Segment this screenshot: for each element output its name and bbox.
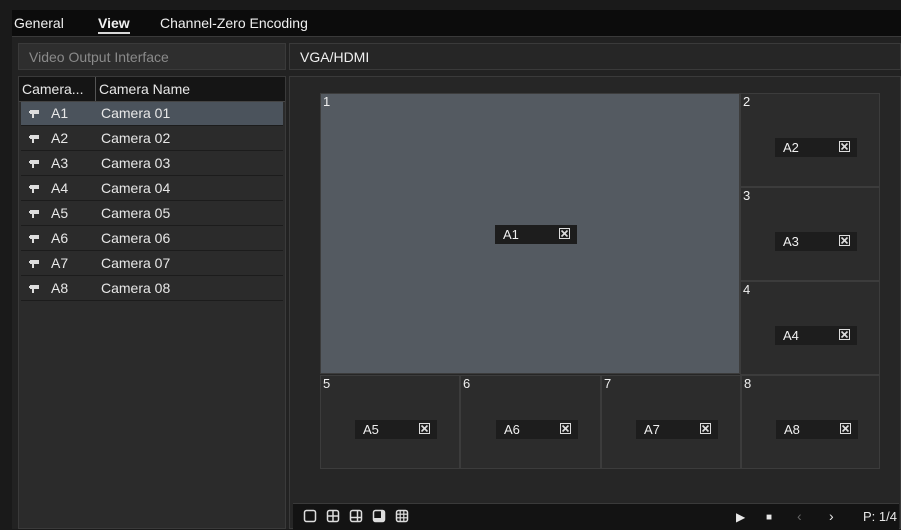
next-page-icon[interactable]: ›: [829, 508, 834, 524]
channel-label: A7: [644, 422, 660, 437]
camera-id: A6: [51, 230, 69, 246]
column-divider[interactable]: [95, 77, 96, 101]
channel-chip: A2: [775, 138, 857, 157]
view-window[interactable]: 1 A1: [320, 93, 740, 374]
window-number: 6: [463, 376, 471, 391]
channel-chip: A1: [495, 225, 577, 244]
channel-label: A1: [503, 227, 519, 242]
camera-id: A1: [51, 105, 69, 121]
view-window[interactable]: 2 A2: [740, 93, 880, 187]
camera-row[interactable]: A1 Camera 01: [21, 102, 283, 126]
channel-chip: A6: [496, 420, 578, 439]
remove-channel-icon[interactable]: [839, 235, 850, 246]
play-icon[interactable]: ▶: [736, 510, 745, 524]
window-number: 5: [323, 376, 331, 391]
window-number: 7: [604, 376, 612, 391]
channel-label: A6: [504, 422, 520, 437]
previous-page-icon[interactable]: ‹: [797, 508, 802, 524]
camera-list: Camera... Camera Name A1 Camera 01 A2 Camer…: [18, 76, 286, 529]
layout-8-icon[interactable]: [372, 509, 386, 523]
camera-name: Camera 06: [101, 230, 171, 246]
camera-icon: [29, 282, 41, 294]
channel-label: A8: [784, 422, 800, 437]
view-layout-area: 1 A1 2 A2 3 A3 4 A4 5 A5 6 A6 7 A7 8 A8: [289, 76, 901, 529]
camera-icon: [29, 182, 41, 194]
camera-row[interactable]: A8 Camera 08: [21, 277, 283, 301]
camera-row[interactable]: A2 Camera 02: [21, 127, 283, 151]
view-window[interactable]: 5 A5: [320, 375, 460, 469]
camera-row[interactable]: A3 Camera 03: [21, 152, 283, 176]
channel-chip: A8: [776, 420, 858, 439]
channel-chip: A4: [775, 326, 857, 345]
window-number: 2: [743, 94, 751, 109]
view-window[interactable]: 7 A7: [601, 375, 741, 469]
camera-icon: [29, 107, 41, 119]
remove-channel-icon[interactable]: [560, 423, 571, 434]
camera-name: Camera 08: [101, 280, 171, 296]
camera-id: A8: [51, 280, 69, 296]
camera-id: A7: [51, 255, 69, 271]
view-settings-panel: Video Output Interface VGA/HDMI Camera..…: [12, 37, 901, 530]
tab-channel-zero-encoding[interactable]: Channel-Zero Encoding: [160, 15, 308, 31]
channel-chip: A7: [636, 420, 718, 439]
view-toolbar: ▶ ■ ‹ › P: 1/4: [293, 503, 899, 530]
camera-id: A3: [51, 155, 69, 171]
camera-id: A2: [51, 130, 69, 146]
tab-general[interactable]: General: [14, 15, 64, 31]
camera-icon: [29, 157, 41, 169]
camera-name: Camera 01: [101, 105, 171, 121]
tab-bar: General View Channel-Zero Encoding: [12, 10, 901, 37]
window-number: 4: [743, 282, 751, 297]
tab-view[interactable]: View: [98, 15, 130, 34]
view-window[interactable]: 3 A3: [740, 187, 880, 281]
remove-channel-icon[interactable]: [700, 423, 711, 434]
camera-name: Camera 07: [101, 255, 171, 271]
video-output-interface-select[interactable]: VGA/HDMI: [289, 43, 901, 70]
window-number: 8: [744, 376, 752, 391]
remove-channel-icon[interactable]: [839, 141, 850, 152]
camera-name: Camera 02: [101, 130, 171, 146]
remove-channel-icon[interactable]: [839, 329, 850, 340]
camera-id: A5: [51, 205, 69, 221]
view-window[interactable]: 6 A6: [460, 375, 601, 469]
channel-chip: A3: [775, 232, 857, 251]
camera-icon: [29, 232, 41, 244]
remove-channel-icon[interactable]: [559, 228, 570, 239]
layout-4-icon[interactable]: [326, 509, 340, 523]
channel-label: A2: [783, 140, 799, 155]
column-header-camera[interactable]: Camera...: [22, 81, 83, 97]
video-output-interface-label: Video Output Interface: [18, 43, 286, 70]
camera-list-header: Camera... Camera Name: [19, 77, 285, 102]
view-window[interactable]: 8 A8: [741, 375, 880, 469]
camera-row[interactable]: A7 Camera 07: [21, 252, 283, 276]
remove-channel-icon[interactable]: [419, 423, 430, 434]
camera-name: Camera 05: [101, 205, 171, 221]
channel-label: A4: [783, 328, 799, 343]
window-number: 3: [743, 188, 751, 203]
camera-row[interactable]: A4 Camera 04: [21, 177, 283, 201]
camera-icon: [29, 257, 41, 269]
window-number: 1: [323, 94, 331, 109]
view-window[interactable]: 4 A4: [740, 281, 880, 375]
channel-chip: A5: [355, 420, 437, 439]
camera-name: Camera 03: [101, 155, 171, 171]
channel-label: A3: [783, 234, 799, 249]
camera-row[interactable]: A6 Camera 06: [21, 227, 283, 251]
column-header-camera-name[interactable]: Camera Name: [99, 81, 190, 97]
camera-name: Camera 04: [101, 180, 171, 196]
layout-6-icon[interactable]: [349, 509, 363, 523]
layout-9-icon[interactable]: [395, 509, 409, 523]
layout-1-icon[interactable]: [303, 509, 317, 523]
camera-row[interactable]: A5 Camera 05: [21, 202, 283, 226]
page-indicator: P: 1/4: [863, 509, 897, 524]
stop-icon[interactable]: ■: [766, 512, 772, 523]
channel-label: A5: [363, 422, 379, 437]
camera-icon: [29, 132, 41, 144]
remove-channel-icon[interactable]: [840, 423, 851, 434]
camera-id: A4: [51, 180, 69, 196]
camera-icon: [29, 207, 41, 219]
